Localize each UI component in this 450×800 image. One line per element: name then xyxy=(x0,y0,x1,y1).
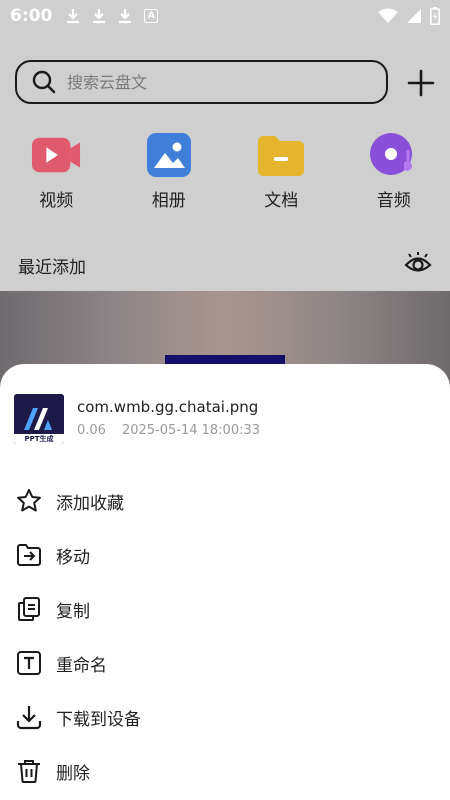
category-video[interactable]: 视频 xyxy=(0,132,113,211)
battery-icon xyxy=(430,7,440,25)
status-time: 6:00 xyxy=(10,6,53,26)
wifi-icon xyxy=(378,8,398,23)
category-row: 视频 相册 文档 音频 xyxy=(0,132,450,211)
category-label: 文档 xyxy=(264,191,299,211)
download-notification-icon xyxy=(93,9,106,24)
file-meta: 0.06 2025-05-14 18:00:33 xyxy=(77,423,260,438)
action-label: 删除 xyxy=(56,763,90,784)
action-copy[interactable]: 复制 xyxy=(0,582,450,636)
action-label: 重命名 xyxy=(56,655,107,676)
category-album[interactable]: 相册 xyxy=(113,132,226,211)
visibility-toggle[interactable] xyxy=(404,252,432,280)
category-document[interactable]: 文档 xyxy=(225,132,338,211)
photo-album-icon xyxy=(144,132,194,178)
eye-icon xyxy=(404,252,432,272)
action-label: 移动 xyxy=(56,547,90,568)
file-date: 2025-05-14 18:00:33 xyxy=(121,423,261,438)
category-label: 相册 xyxy=(151,191,186,211)
recent-section-title: 最近添加 xyxy=(18,258,86,278)
action-move[interactable]: 移动 xyxy=(0,528,450,582)
file-action-sheet: PPT生成 com.wmb.gg.chatai.png 0.06 2025-05-… xyxy=(0,364,450,800)
move-folder-icon xyxy=(17,544,41,566)
trash-icon xyxy=(18,760,40,783)
search-icon xyxy=(32,70,56,94)
action-delete[interactable]: 删除 xyxy=(0,744,450,798)
rename-icon xyxy=(17,651,41,675)
category-label: 视频 xyxy=(39,191,74,211)
copy-icon xyxy=(18,597,40,621)
action-list: 添加收藏 移动 复制 重命名 下载到设备 删除 xyxy=(0,474,450,798)
a-badge-icon: A xyxy=(144,9,159,23)
plus-icon xyxy=(407,69,435,97)
thumbnail-caption: PPT生成 xyxy=(24,435,54,443)
action-label: 添加收藏 xyxy=(56,493,124,514)
action-label: 下载到设备 xyxy=(56,709,141,730)
document-folder-icon xyxy=(256,132,306,178)
category-label: 音频 xyxy=(376,191,411,211)
audio-disc-icon xyxy=(369,132,419,178)
notification-icons: A xyxy=(66,8,159,24)
action-favorite[interactable]: 添加收藏 xyxy=(0,474,450,528)
file-thumbnail: PPT生成 xyxy=(14,394,64,444)
action-rename[interactable]: 重命名 xyxy=(0,636,450,690)
star-icon xyxy=(17,489,41,512)
search-input[interactable] xyxy=(67,72,347,92)
download-icon xyxy=(16,706,42,730)
add-button[interactable] xyxy=(404,66,438,100)
status-bar: 6:00 A xyxy=(0,0,450,32)
download-notification-icon xyxy=(67,9,80,24)
search-bar[interactable] xyxy=(15,60,388,104)
file-size: 0.06 xyxy=(77,423,106,438)
action-download[interactable]: 下载到设备 xyxy=(0,690,450,744)
action-label: 复制 xyxy=(56,601,90,622)
file-name: com.wmb.gg.chatai.png xyxy=(77,398,259,416)
signal-icon xyxy=(407,9,421,23)
video-icon xyxy=(31,132,81,178)
category-audio[interactable]: 音频 xyxy=(338,132,450,211)
download-notification-icon xyxy=(119,9,132,24)
